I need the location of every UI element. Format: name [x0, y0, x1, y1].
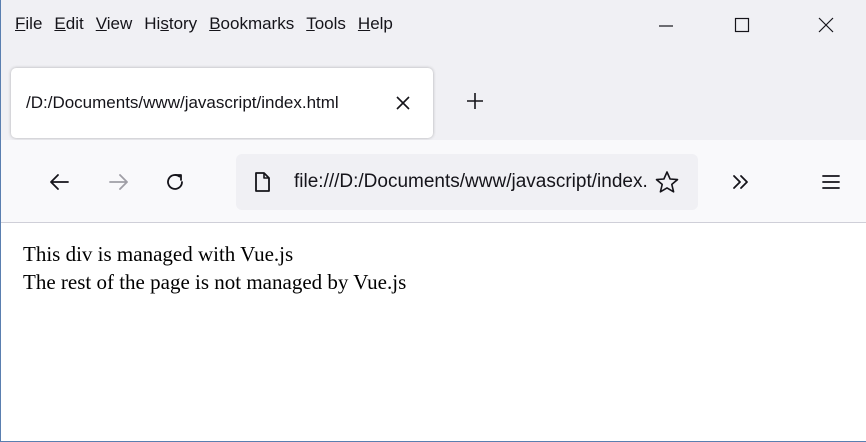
menu-edit[interactable]: Edit	[54, 14, 83, 34]
vue-managed-text: This div is managed with Vue.js	[23, 242, 294, 266]
forward-arrow-icon	[109, 174, 128, 190]
close-icon	[396, 96, 410, 110]
reload-button[interactable]	[153, 160, 197, 204]
star-icon[interactable]	[652, 168, 682, 198]
close-icon	[818, 17, 834, 33]
menu-help[interactable]: Help	[358, 14, 393, 34]
window-close-button[interactable]	[801, 0, 851, 50]
menu-tools[interactable]: Tools	[306, 14, 346, 34]
browser-window: File Edit View History Bookmarks Tools H…	[0, 0, 866, 442]
minimize-icon	[659, 25, 673, 27]
unmanaged-text: The rest of the page is not managed by V…	[23, 270, 407, 294]
page-content: This div is managed with Vue.js The rest…	[23, 240, 843, 296]
tab-active[interactable]: /D:/Documents/www/javascript/index.html	[11, 68, 433, 138]
double-chevron-icon	[733, 175, 748, 189]
menu-bookmarks[interactable]: Bookmarks	[209, 14, 294, 34]
nav-toolbar: file:///D:/Documents/www/javascript/inde…	[1, 140, 866, 223]
url-bar[interactable]: file:///D:/Documents/www/javascript/inde…	[236, 154, 698, 210]
reload-icon	[167, 174, 183, 190]
title-bar: File Edit View History Bookmarks Tools H…	[1, 0, 866, 50]
overflow-button[interactable]	[719, 160, 763, 204]
tab-strip: /D:/Documents/www/javascript/index.html	[1, 50, 866, 140]
minimize-button[interactable]	[641, 0, 691, 50]
plus-icon	[467, 93, 483, 109]
maximize-button[interactable]	[717, 0, 767, 50]
menu-history[interactable]: History	[144, 14, 197, 34]
back-button[interactable]	[37, 160, 81, 204]
new-tab-button[interactable]	[459, 85, 491, 117]
hamburger-menu-icon	[822, 175, 840, 189]
maximize-icon	[734, 17, 750, 33]
page-icon	[255, 172, 270, 192]
url-text[interactable]: file:///D:/Documents/www/javascript/inde…	[294, 171, 648, 193]
tab-title: /D:/Documents/www/javascript/index.html	[26, 93, 339, 112]
tab-close-button[interactable]	[389, 89, 417, 117]
menu-view[interactable]: View	[96, 14, 133, 34]
menu-file[interactable]: File	[15, 14, 42, 34]
forward-button[interactable]	[97, 160, 141, 204]
app-menu-button[interactable]	[809, 160, 853, 204]
back-arrow-icon	[50, 174, 69, 190]
menu-bar: File Edit View History Bookmarks Tools H…	[15, 14, 405, 34]
